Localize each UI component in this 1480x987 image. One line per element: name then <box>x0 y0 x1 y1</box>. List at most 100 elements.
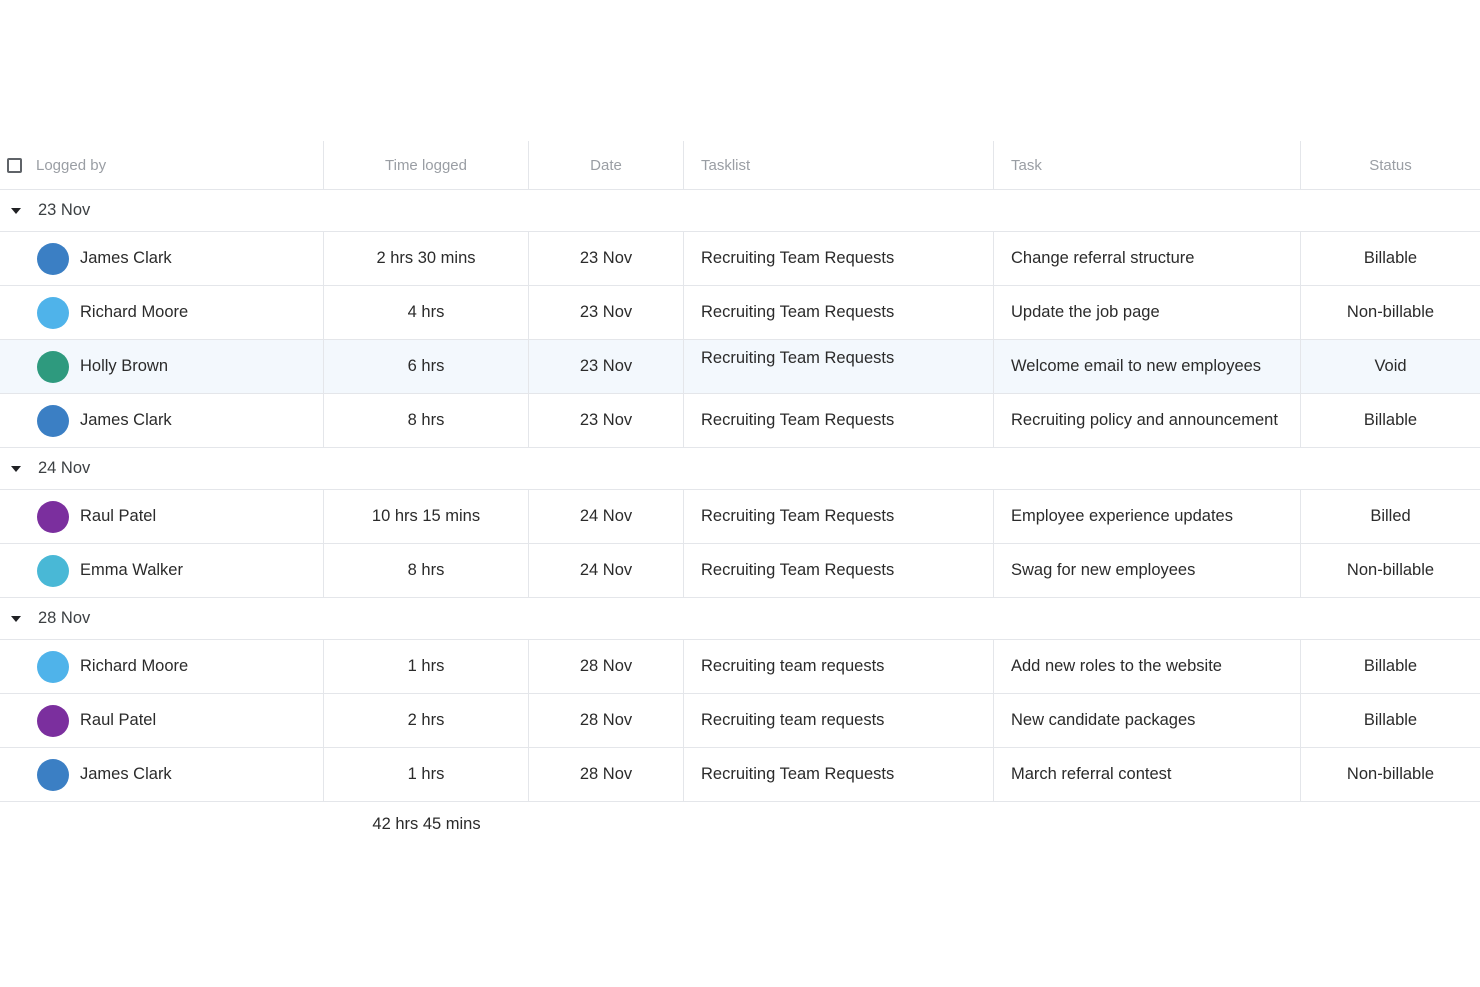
table-row[interactable]: James Clark 2 hrs 30 mins 23 Nov Recruit… <box>0 232 1480 286</box>
user-name: James Clark <box>80 249 172 267</box>
group-label: 24 Nov <box>38 459 91 477</box>
user-name: Emma Walker <box>80 561 183 579</box>
table-row[interactable]: Richard Moore 1 hrs 28 Nov Recruiting te… <box>0 640 1480 694</box>
logged-by-cell: Emma Walker <box>0 544 324 597</box>
date-cell: 23 Nov <box>529 394 684 447</box>
table-row[interactable]: Emma Walker 8 hrs 24 Nov Recruiting Team… <box>0 544 1480 598</box>
table-row-highlighted[interactable]: Holly Brown 6 hrs 23 Nov Recruiting Team… <box>0 340 1480 394</box>
avatar <box>37 296 69 329</box>
status-cell: Non-billable <box>1346 765 1435 783</box>
user-name: James Clark <box>80 765 172 783</box>
status-cell: Non-billable <box>1346 303 1435 321</box>
header-tasklist[interactable]: Tasklist <box>684 141 994 189</box>
time-logged-cell: 1 hrs <box>324 748 529 801</box>
caret-down-icon[interactable] <box>11 207 21 214</box>
date-cell: 24 Nov <box>529 544 684 597</box>
group-header[interactable]: 28 Nov <box>0 598 1480 640</box>
logged-by-cell: Richard Moore <box>0 640 324 693</box>
user-name: James Clark <box>80 411 172 429</box>
group-header[interactable]: 24 Nov <box>0 448 1480 490</box>
avatar <box>37 242 69 275</box>
task-cell: New candidate packages <box>994 694 1301 747</box>
table-row[interactable]: James Clark 8 hrs 23 Nov Recruiting Team… <box>0 394 1480 448</box>
logged-by-cell: Raul Patel <box>0 490 324 543</box>
avatar <box>37 350 69 383</box>
avatar <box>37 650 69 683</box>
status-cell: Void <box>1374 357 1407 375</box>
header-logged-by[interactable]: Logged by <box>0 141 324 189</box>
task-cell: Welcome email to new employees <box>994 340 1301 393</box>
table-row[interactable]: Raul Patel 2 hrs 28 Nov Recruiting team … <box>0 694 1480 748</box>
avatar <box>37 500 69 533</box>
time-logged-cell: 4 hrs <box>324 286 529 339</box>
status-cell: Billable <box>1363 711 1418 729</box>
task-cell: Add new roles to the website <box>994 640 1301 693</box>
logged-by-cell: James Clark <box>0 748 324 801</box>
date-cell: 24 Nov <box>529 490 684 543</box>
status-cell: Billable <box>1363 657 1418 675</box>
time-logged-cell: 8 hrs <box>324 394 529 447</box>
user-name: Raul Patel <box>80 711 157 729</box>
status-cell: Billable <box>1363 249 1418 267</box>
time-log-table: Logged by Time logged Date Tasklist Task… <box>0 141 1480 846</box>
task-cell: Recruiting policy and announcement <box>994 394 1301 447</box>
date-cell: 28 Nov <box>529 694 684 747</box>
select-all-checkbox[interactable] <box>7 157 22 173</box>
table-row[interactable]: James Clark 1 hrs 28 Nov Recruiting Team… <box>0 748 1480 802</box>
tasklist-cell: Recruiting Team Requests <box>684 394 994 447</box>
date-cell: 28 Nov <box>529 748 684 801</box>
logged-by-cell: Richard Moore <box>0 286 324 339</box>
time-logged-cell: 2 hrs <box>324 694 529 747</box>
time-logged-cell: 1 hrs <box>324 640 529 693</box>
task-cell: March referral contest <box>994 748 1301 801</box>
tasklist-cell: Recruiting team requests <box>684 694 994 747</box>
header-task[interactable]: Task <box>994 141 1301 189</box>
logged-by-cell: Raul Patel <box>0 694 324 747</box>
header-time-logged[interactable]: Time logged <box>324 141 529 189</box>
tasklist-cell: Recruiting Team Requests <box>684 340 994 393</box>
date-cell: 28 Nov <box>529 640 684 693</box>
caret-down-icon[interactable] <box>11 465 21 472</box>
user-name: Holly Brown <box>80 357 169 375</box>
status-cell: Billable <box>1363 411 1418 429</box>
total-row: 42 hrs 45 mins <box>0 802 1480 846</box>
task-cell: Employee experience updates <box>994 490 1301 543</box>
user-name: Raul Patel <box>80 507 157 525</box>
avatar <box>37 704 69 737</box>
user-name: Richard Moore <box>80 657 189 675</box>
header-logged-by-label: Logged by <box>36 156 107 174</box>
task-cell: Change referral structure <box>994 232 1301 285</box>
user-name: Richard Moore <box>80 303 189 321</box>
header-status[interactable]: Status <box>1301 141 1480 189</box>
status-cell: Billed <box>1370 507 1411 525</box>
tasklist-cell: Recruiting Team Requests <box>684 232 994 285</box>
logged-by-cell: James Clark <box>0 394 324 447</box>
tasklist-cell: Recruiting Team Requests <box>684 748 994 801</box>
tasklist-cell: Recruiting Team Requests <box>684 490 994 543</box>
time-logged-cell: 6 hrs <box>324 340 529 393</box>
table-row[interactable]: Raul Patel 10 hrs 15 mins 24 Nov Recruit… <box>0 490 1480 544</box>
status-cell: Non-billable <box>1346 561 1435 579</box>
task-cell: Swag for new employees <box>994 544 1301 597</box>
date-cell: 23 Nov <box>529 286 684 339</box>
logged-by-cell: Holly Brown <box>0 340 324 393</box>
time-logged-cell: 8 hrs <box>324 544 529 597</box>
time-logged-cell: 2 hrs 30 mins <box>324 232 529 285</box>
avatar <box>37 758 69 791</box>
date-cell: 23 Nov <box>529 340 684 393</box>
avatar <box>37 404 69 437</box>
group-label: 28 Nov <box>38 609 91 627</box>
date-cell: 23 Nov <box>529 232 684 285</box>
table-row[interactable]: Richard Moore 4 hrs 23 Nov Recruiting Te… <box>0 286 1480 340</box>
time-logged-cell: 10 hrs 15 mins <box>324 490 529 543</box>
total-spacer <box>0 802 324 846</box>
group-label: 23 Nov <box>38 201 91 219</box>
total-time: 42 hrs 45 mins <box>372 814 481 833</box>
task-cell: Update the job page <box>994 286 1301 339</box>
group-header[interactable]: 23 Nov <box>0 190 1480 232</box>
avatar <box>37 554 69 587</box>
logged-by-cell: James Clark <box>0 232 324 285</box>
table-header: Logged by Time logged Date Tasklist Task… <box>0 141 1480 190</box>
caret-down-icon[interactable] <box>11 615 21 622</box>
header-date[interactable]: Date <box>529 141 684 189</box>
